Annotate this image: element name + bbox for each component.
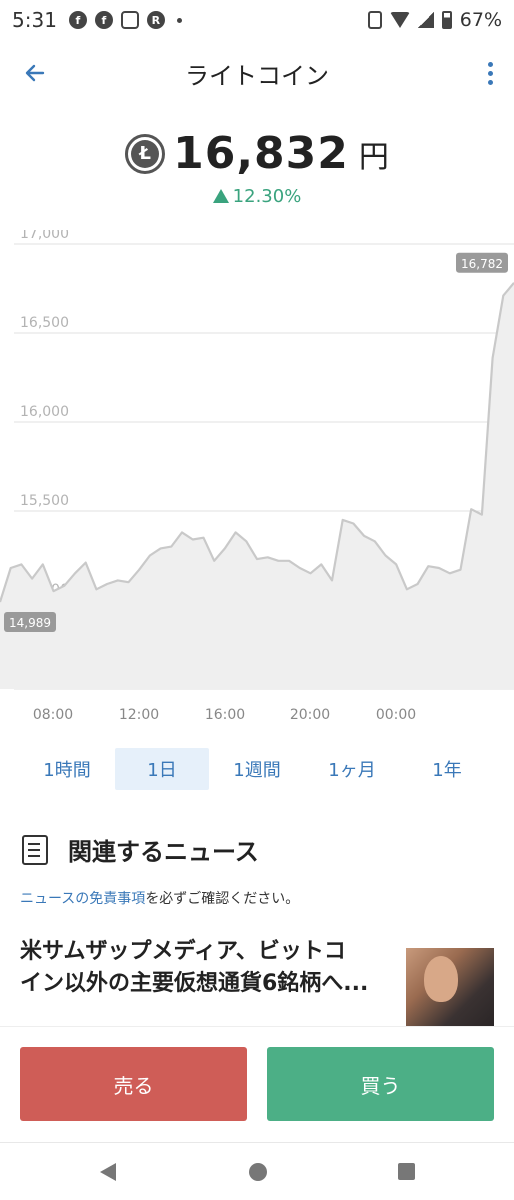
tab-1-month[interactable]: 1ヶ月: [305, 748, 399, 790]
news-section-title: 関連するニュース: [68, 838, 259, 866]
x-tick-label: 20:00: [290, 707, 330, 723]
tab-1-hour[interactable]: 1時間: [20, 748, 114, 790]
x-tick-label: 08:00: [33, 707, 73, 723]
news-section-header: 関連するニュース: [22, 832, 259, 867]
app-header: ライトコイン: [0, 44, 514, 100]
price-row: Ł 16,832 円: [0, 128, 514, 179]
news-document-icon: [22, 834, 48, 865]
x-tick-label: 12:00: [119, 707, 159, 723]
news-headline[interactable]: 米サムザップメディア、ビットコ イン以外の主要仮想通貨6銘柄へ...: [20, 936, 394, 1000]
news-headline-line2: イン以外の主要仮想通貨6銘柄へ...: [20, 971, 369, 996]
price-chart[interactable]: 17,00016,50016,00015,50015,00014,50008:0…: [0, 230, 514, 730]
chart-area: [0, 282, 514, 689]
news-headline-line1: 米サムザップメディア、ビットコ: [20, 939, 346, 964]
status-bar: 5:31 f f R 67%: [0, 0, 514, 40]
news-item[interactable]: 米サムザップメディア、ビットコ イン以外の主要仮想通貨6銘柄へ...: [20, 936, 494, 1026]
r-app-icon: R: [146, 11, 165, 29]
facebook-icon: f: [68, 11, 87, 29]
status-right: 67%: [367, 0, 502, 40]
y-tick-label: 17,000: [20, 230, 69, 242]
chart-line: [0, 282, 514, 603]
more-menu-button[interactable]: [480, 56, 500, 90]
price-chart-svg: 17,00016,50016,00015,50015,00014,50008:0…: [0, 230, 514, 723]
status-time: 5:31: [12, 8, 57, 32]
price-value: 16,832: [173, 128, 349, 179]
sell-button[interactable]: 売る: [20, 1047, 247, 1121]
messenger-icon: [120, 11, 139, 29]
price-unit: 円: [358, 139, 389, 175]
y-tick-label: 16,500: [20, 315, 69, 331]
end-callout-label: 16,782: [461, 257, 503, 271]
news-thumbnail[interactable]: [406, 948, 494, 1026]
battery-percent: 67%: [459, 9, 502, 31]
battery-icon: [441, 11, 452, 29]
dot-icon: [176, 17, 182, 23]
disclaimer-text: を必ずご確認ください。: [145, 891, 300, 907]
tab-1-week[interactable]: 1週間: [210, 748, 304, 790]
wifi-icon: [389, 12, 410, 28]
more-vert-icon: [487, 61, 493, 67]
up-triangle-icon: [212, 189, 229, 203]
y-tick-label: 15,500: [20, 493, 69, 509]
back-triangle-icon[interactable]: [100, 1163, 116, 1181]
trade-action-bar: 売る 買う: [0, 1026, 514, 1142]
home-circle-icon[interactable]: [249, 1163, 267, 1181]
facebook-icon: f: [94, 11, 113, 29]
y-tick-label: 16,000: [20, 404, 69, 420]
vibrate-icon: [367, 11, 382, 29]
system-nav-bar: [0, 1142, 514, 1200]
recents-square-icon[interactable]: [398, 1163, 415, 1180]
disclaimer-link[interactable]: ニュースの免責事項: [20, 891, 145, 907]
tab-1-year[interactable]: 1年: [400, 748, 494, 790]
range-tabs: 1時間 1日 1週間 1ヶ月 1年: [20, 748, 494, 790]
page-title: ライトコイン: [185, 62, 329, 90]
price-change: 12.30%: [0, 186, 514, 207]
tab-1-day[interactable]: 1日: [115, 748, 209, 790]
x-tick-label: 00:00: [376, 707, 416, 723]
signal-icon: [417, 12, 434, 28]
start-callout-label: 14,989: [9, 616, 51, 630]
buy-button[interactable]: 買う: [267, 1047, 494, 1121]
litecoin-icon: Ł: [125, 133, 166, 174]
news-disclaimer: ニュースの免責事項を必ずご確認ください。: [20, 888, 299, 908]
x-tick-label: 16:00: [205, 707, 245, 723]
price-change-value: 12.30%: [232, 186, 302, 207]
